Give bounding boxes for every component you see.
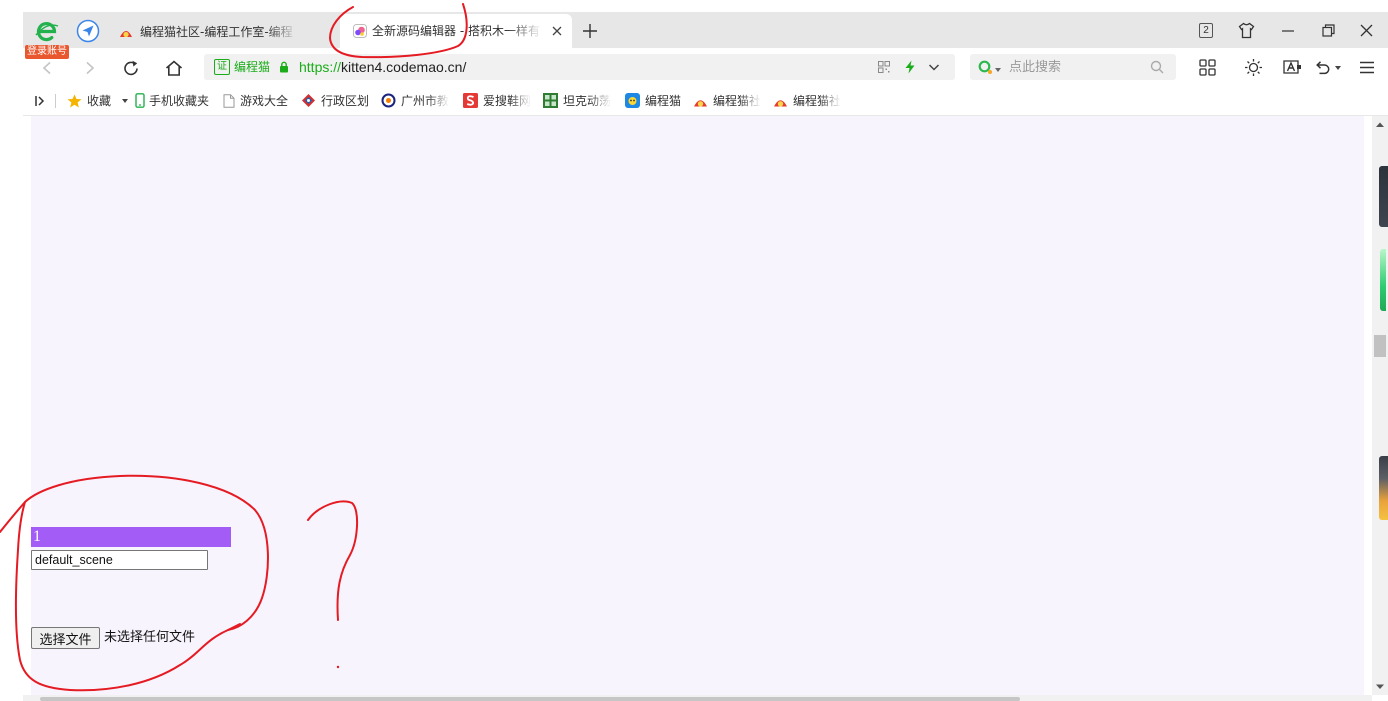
navigation-bar: 证 编程猫 https://kitten4.codemao.cn/: [23, 48, 1388, 86]
navigation-plane-icon[interactable]: [76, 19, 100, 43]
bookmark-label: 广州市教: [401, 94, 450, 108]
speed-mode-bolt-icon[interactable]: [904, 60, 916, 74]
certificate-badge[interactable]: 证: [214, 59, 230, 75]
tab-kitten-editor[interactable]: 全新源码编辑器 - 搭积木一样有: [340, 14, 572, 48]
qr-code-icon[interactable]: [878, 61, 890, 73]
tab-counter-badge[interactable]: 2: [1199, 23, 1213, 38]
tab-label: 全新源码编辑器 - 搭积木一样有: [372, 24, 540, 38]
search-icon[interactable]: [1150, 60, 1164, 74]
site-icon: [381, 93, 396, 108]
skin-shirt-icon[interactable]: [1238, 22, 1255, 39]
search-input[interactable]: [1007, 54, 1145, 80]
bookmark-label: 编程猫: [645, 94, 682, 108]
bookmark-label: 游戏大全: [240, 94, 289, 108]
codemao-cat-icon: [774, 99, 787, 106]
tab-bar: 编程猫社区-编程工作室-编程 全新源码编辑器 - 搭积木一样有 2: [23, 12, 1388, 48]
bookmarks-separator: [55, 94, 56, 108]
bookmark-tank-game[interactable]: 坦克动荡: [543, 86, 611, 115]
address-bar[interactable]: 证 编程猫 https://kitten4.codemao.cn/: [204, 54, 955, 80]
kitten-editor-icon: [353, 24, 367, 38]
site-identity-label: 编程猫: [234, 60, 271, 74]
search-engine-icon[interactable]: [978, 60, 993, 75]
bookmark-codemao-community-2[interactable]: 编程猫社: [773, 86, 841, 115]
favorites-dropdown-icon[interactable]: [122, 99, 128, 103]
vertical-scrollbar[interactable]: [1372, 116, 1388, 695]
browser-logo-icon[interactable]: [34, 18, 60, 44]
menu-hamburger-icon[interactable]: [1359, 61, 1375, 74]
bookmarks-bar: 收藏 手机收藏夹 游戏大全 行政区划 广州市教 爱搜鞋网 坦克动荡 编程猫 编程…: [23, 86, 1388, 116]
bookmark-mobile-favorites[interactable]: 手机收藏夹: [135, 86, 209, 115]
url-host: kitten4.codemao.cn/: [341, 59, 467, 75]
bookmark-codemao[interactable]: 编程猫: [625, 86, 681, 115]
bookmark-label: 爱搜鞋网: [483, 94, 532, 108]
bookmark-label: 编程猫社: [793, 94, 842, 108]
engine-dropdown-icon[interactable]: [995, 68, 1001, 72]
tab-codemao-community[interactable]: 编程猫社区-编程工作室-编程: [110, 16, 332, 48]
apps-grid-icon[interactable]: [1199, 59, 1216, 76]
lock-icon[interactable]: [279, 61, 289, 73]
reload-icon[interactable]: [122, 59, 140, 77]
page-icon: [223, 93, 235, 108]
restore-icon[interactable]: [1322, 24, 1335, 37]
home-icon[interactable]: [165, 59, 183, 77]
choose-file-button[interactable]: 选择文件: [31, 627, 100, 649]
search-box[interactable]: [970, 54, 1176, 80]
undo-icon[interactable]: [1314, 59, 1331, 76]
annotation-content-loop-tail: [0, 501, 26, 533]
bookmark-favorites[interactable]: 收藏: [67, 86, 111, 115]
bookmark-games[interactable]: 游戏大全: [223, 86, 288, 115]
scene-name-input[interactable]: [31, 550, 208, 570]
bookmark-shoe-search[interactable]: 爱搜鞋网: [463, 86, 531, 115]
s-logo-icon: [463, 93, 478, 108]
brightness-sun-icon[interactable]: [1244, 58, 1263, 77]
translate-a-icon[interactable]: [1283, 60, 1302, 74]
horizontal-scroll-thumb[interactable]: [40, 697, 1020, 701]
scene-index: 1: [33, 528, 41, 545]
bookmark-codemao-community-1[interactable]: 编程猫社: [693, 86, 761, 115]
horizontal-scrollbar[interactable]: [23, 695, 1372, 701]
star-icon: [67, 94, 82, 107]
undo-dropdown-icon[interactable]: [1335, 66, 1341, 70]
scene-index-bar[interactable]: 1: [31, 527, 231, 547]
back-arrow-icon[interactable]: [39, 60, 55, 76]
bookmark-admin-divisions[interactable]: 行政区划: [301, 86, 369, 115]
page-canvas: 1 选择文件 未选择任何文件: [31, 116, 1364, 695]
side-widget-meter-dark: [1379, 166, 1388, 227]
site-icon: [302, 94, 315, 107]
minimize-icon[interactable]: [1281, 24, 1295, 38]
codemao-cat-icon: [120, 31, 132, 38]
close-window-icon[interactable]: [1360, 24, 1373, 37]
close-tab-icon[interactable]: [551, 25, 563, 37]
vertical-scroll-thumb[interactable]: [1374, 335, 1386, 357]
bookmark-label: 坦克动荡: [563, 94, 612, 108]
scroll-down-arrow-icon[interactable]: [1376, 684, 1384, 690]
phone-icon: [135, 93, 145, 108]
chevron-down-icon[interactable]: [928, 61, 940, 73]
tab-label: 编程猫社区-编程工作室-编程: [140, 25, 293, 39]
codemao-cat-icon: [694, 99, 707, 106]
side-widget-meter-orange: [1379, 456, 1388, 520]
file-status-text: 未选择任何文件: [104, 630, 196, 645]
url-scheme: https://: [299, 59, 342, 75]
bookmark-label: 手机收藏夹: [149, 94, 210, 108]
bookmark-guangzhou-edu[interactable]: 广州市教: [381, 86, 449, 115]
login-account-badge[interactable]: 登录账号: [25, 45, 69, 59]
bookmark-label: 行政区划: [321, 94, 370, 108]
tank-game-icon: [543, 93, 558, 108]
bookmark-label: 编程猫社: [713, 94, 762, 108]
bookmark-label: 收藏: [87, 94, 112, 108]
side-widget-meter-green: [1380, 249, 1386, 311]
scroll-up-arrow-icon[interactable]: [1376, 122, 1384, 128]
new-tab-icon[interactable]: [582, 23, 598, 39]
url-text[interactable]: https://kitten4.codemao.cn/: [299, 54, 466, 80]
codemao-icon: [625, 93, 640, 108]
sidebar-toggle-icon[interactable]: [34, 95, 46, 107]
forward-arrow-icon[interactable]: [82, 60, 98, 76]
